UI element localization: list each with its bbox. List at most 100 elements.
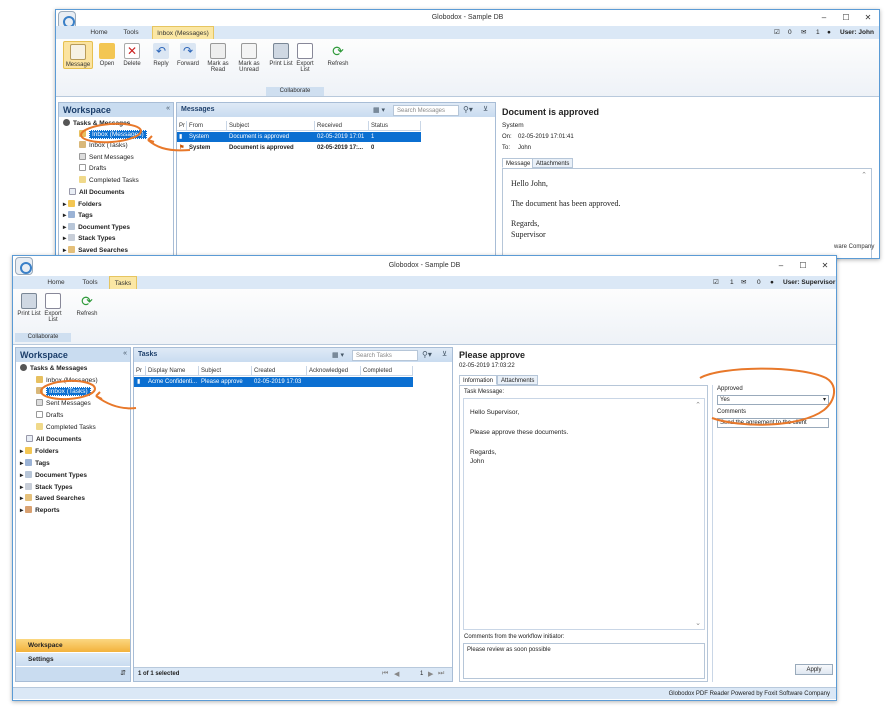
print-list-button[interactable]: Print List — [16, 291, 42, 317]
preview-from: System — [502, 122, 524, 129]
message-body: Hello John, The document has been approv… — [502, 168, 872, 258]
tree-drafts[interactable]: Drafts — [79, 163, 106, 174]
tree-tasks-messages[interactable]: Tasks & Messages — [20, 363, 87, 374]
comments-initiator-label: Comments from the workflow initiator: — [464, 634, 565, 640]
tree-inbox-messages[interactable]: Inbox (Messages) — [79, 129, 147, 140]
tab-home[interactable]: Home — [86, 26, 112, 39]
col-subject[interactable]: Subject — [199, 366, 252, 376]
col-display-name[interactable]: Display Name — [146, 366, 199, 376]
col-from[interactable]: From — [187, 121, 227, 131]
forward-button[interactable]: ↷ Forward — [174, 41, 202, 67]
table-row[interactable]: ⚑ System Document is approved 02-05-2019… — [177, 143, 421, 153]
col-completed[interactable]: Completed — [361, 366, 413, 376]
folder-icon — [68, 200, 76, 207]
reply-button[interactable]: ↶ Reply — [148, 41, 174, 67]
print-list-button[interactable]: Print List — [268, 41, 294, 67]
col-acknowledged[interactable]: Acknowledged — [307, 366, 361, 376]
prev-page-icon[interactable]: ◀ — [394, 670, 399, 678]
pin-icon[interactable]: ⊻ — [483, 105, 488, 113]
tree-tags[interactable]: ▸ Tags — [20, 458, 50, 469]
tree-folders[interactable]: ▸ Folders — [63, 199, 102, 210]
preview-title: Document is approved — [502, 107, 600, 117]
refresh-button[interactable]: ⟳ Refresh — [73, 291, 101, 317]
col-subject[interactable]: Subject — [227, 121, 315, 131]
col-priority[interactable]: Pr — [134, 366, 146, 376]
export-list-button[interactable]: Export List — [40, 291, 66, 323]
comments-initiator-field[interactable]: Please review as soon possible — [463, 643, 705, 679]
tab-tools[interactable]: Tools — [118, 26, 144, 39]
tree-stack-types[interactable]: ▸ Stack Types — [63, 233, 116, 244]
export-list-button[interactable]: Export List — [292, 41, 318, 73]
tree-all-documents[interactable]: All Documents — [69, 187, 125, 198]
tree-completed-tasks[interactable]: Completed Tasks — [36, 422, 96, 433]
minimize-icon[interactable]: – — [770, 256, 792, 276]
tab-message[interactable]: Message — [502, 158, 535, 168]
tree-inbox-tasks[interactable]: Inbox (Tasks) — [79, 140, 128, 151]
tree-all-documents[interactable]: All Documents — [26, 434, 82, 445]
tab-tools[interactable]: Tools — [77, 276, 103, 289]
search-icon[interactable]: ⚲▾ — [463, 105, 473, 114]
status-text: Globodox PDF Reader Powered by Foxit Sof… — [668, 691, 830, 697]
tab-inbox-messages[interactable]: Inbox (Messages) — [152, 26, 214, 39]
minimize-icon[interactable]: – — [813, 10, 835, 26]
comments-input[interactable]: Send the agreement to the client — [717, 418, 829, 428]
tree-saved-searches[interactable]: ▸ Saved Searches — [20, 493, 85, 504]
close-icon[interactable]: ✕ — [857, 10, 879, 26]
tab-tasks[interactable]: Tasks — [109, 276, 137, 289]
tree-drafts[interactable]: Drafts — [36, 410, 63, 421]
delete-button[interactable]: ✕ Delete — [119, 41, 145, 67]
col-priority[interactable]: Pr — [177, 121, 187, 131]
tree-folders[interactable]: ▸ Folders — [20, 446, 59, 457]
view-options-icon[interactable]: ▦ ▾ — [332, 351, 344, 359]
close-icon[interactable]: ✕ — [814, 256, 836, 276]
nav-workspace[interactable]: Workspace — [16, 639, 130, 652]
search-icon[interactable]: ⚲▾ — [422, 350, 432, 359]
tree-inbox-tasks[interactable]: Inbox (Tasks) — [36, 386, 91, 397]
tree-completed-tasks[interactable]: Completed Tasks — [79, 175, 139, 186]
tree-inbox-messages[interactable]: Inbox (Messages) — [36, 375, 98, 386]
tab-attachments[interactable]: Attachments — [497, 375, 539, 385]
apply-button[interactable]: Apply — [795, 664, 833, 675]
tree-reports[interactable]: ▸ Reports — [20, 505, 60, 516]
tree-sent-messages[interactable]: Sent Messages — [79, 152, 134, 163]
maximize-icon[interactable]: ☐ — [835, 10, 857, 26]
scroll-up-icon[interactable]: ⌃ — [861, 171, 867, 179]
tree-sent-messages[interactable]: Sent Messages — [36, 398, 91, 409]
nav-options-icon[interactable]: ⇵ — [120, 669, 126, 677]
search-tasks-input[interactable]: Search Tasks — [352, 350, 418, 361]
mark-as-read-button[interactable]: Mark as Read — [204, 41, 232, 73]
view-options-icon[interactable]: ▦ ▾ — [373, 106, 385, 114]
last-page-icon[interactable]: ⏭ — [438, 670, 444, 678]
collapse-icon[interactable]: « — [166, 105, 170, 112]
tab-information[interactable]: Information — [459, 375, 498, 385]
stack-types-icon — [68, 234, 76, 241]
tree-tasks-messages[interactable]: Tasks & Messages — [63, 118, 130, 129]
message-button[interactable]: Message — [63, 41, 93, 69]
first-page-icon[interactable]: ⏮ — [382, 670, 388, 678]
nav-settings[interactable]: Settings — [16, 653, 130, 666]
scroll-up-icon[interactable]: ⌃ — [695, 401, 701, 409]
open-button[interactable]: Open — [94, 41, 120, 67]
document-types-icon — [68, 223, 76, 230]
tab-home[interactable]: Home — [43, 276, 69, 289]
col-status[interactable]: Status — [369, 121, 421, 131]
collapse-icon[interactable]: « — [123, 350, 127, 357]
message-preview: Document is approved System On: 02-05-20… — [498, 102, 878, 258]
tree-document-types[interactable]: ▸ Document Types — [20, 470, 87, 481]
tree-document-types[interactable]: ▸ Document Types — [63, 222, 130, 233]
col-received[interactable]: Received — [315, 121, 369, 131]
next-page-icon[interactable]: ▶ — [428, 670, 433, 678]
search-messages-input[interactable]: Search Messages — [393, 105, 459, 116]
col-created[interactable]: Created — [252, 366, 307, 376]
tree-stack-types[interactable]: ▸ Stack Types — [20, 482, 73, 493]
tree-tags[interactable]: ▸ Tags — [63, 210, 93, 221]
tab-attachments[interactable]: Attachments — [532, 158, 574, 168]
approved-select[interactable]: Yes ▾ — [717, 395, 829, 405]
table-row[interactable]: ▮ Acme Confidenti... Please approve 02-0… — [134, 377, 413, 387]
pin-icon[interactable]: ⊻ — [442, 350, 447, 358]
maximize-icon[interactable]: ☐ — [792, 256, 814, 276]
mark-as-unread-button[interactable]: Mark as Unread — [234, 41, 264, 73]
table-row[interactable]: ▮ System Document is approved 02-05-2019… — [177, 132, 421, 142]
scroll-down-icon[interactable]: ⌄ — [695, 619, 701, 627]
refresh-button[interactable]: ⟳ Refresh — [324, 41, 352, 67]
